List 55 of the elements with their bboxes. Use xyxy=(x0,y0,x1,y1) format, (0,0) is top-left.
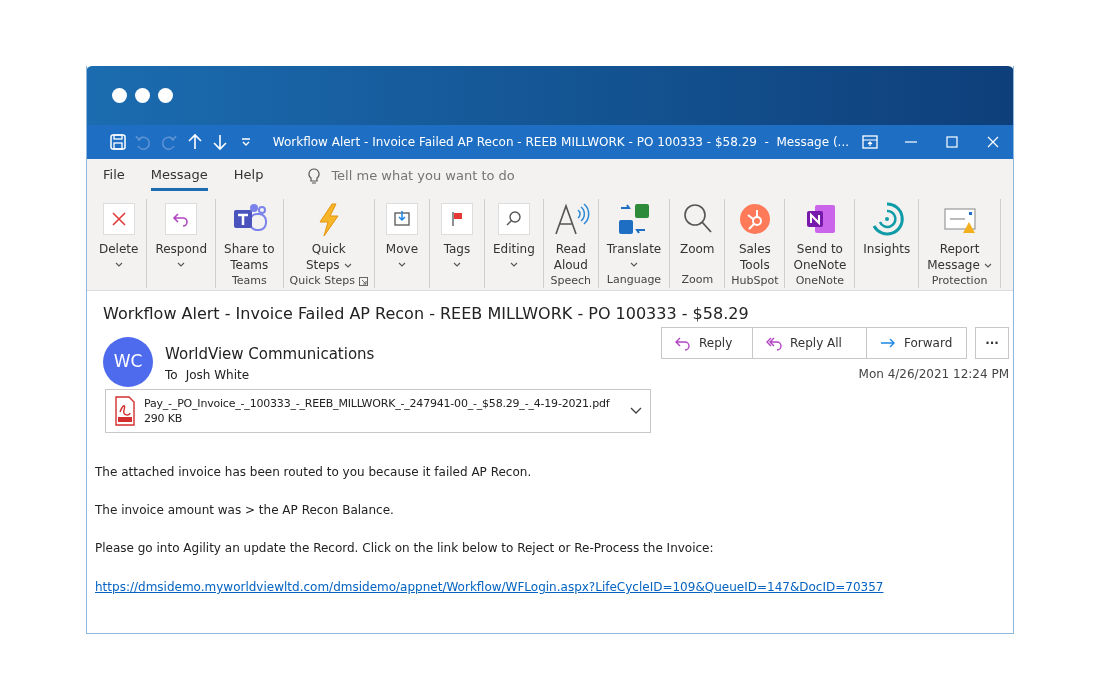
ribbon-button[interactable]: Delete xyxy=(97,199,141,272)
dialog-launcher-icon[interactable] xyxy=(358,276,368,286)
message-action-button[interactable]: Reply xyxy=(661,327,753,359)
ribbon-group-label: Speech xyxy=(550,272,591,289)
ribbon-group-label: Language xyxy=(606,271,662,288)
sender-name: WorldView Communications xyxy=(165,344,375,365)
ribbon-button[interactable]: Tags xyxy=(435,199,478,272)
ribbon-button[interactable]: Move xyxy=(380,199,423,272)
attachment-card[interactable]: Pay_-_PO_Invoice_-_100333_-_REEB_MILLWORK_-_247941-00_-_$58.29_-_4-19-2021.pdf 290 KB xyxy=(105,389,651,433)
ribbon-group-label: Teams xyxy=(231,272,267,289)
ribbon-button[interactable]: Read Aloud xyxy=(549,199,592,273)
ribbon-button[interactable]: Quick Steps xyxy=(303,199,354,273)
ribbon-button[interactable]: Report Message xyxy=(925,199,994,273)
ribbon-button[interactable]: Editing xyxy=(490,199,537,272)
reply-icon xyxy=(674,335,691,351)
window-dot xyxy=(135,88,150,103)
ribbon-button[interactable]: Respond xyxy=(153,199,210,272)
window-dot xyxy=(158,88,173,103)
pdf-file-icon xyxy=(114,396,136,426)
body-paragraph: The attached invoice has been routed to you because it failed AP Recon. xyxy=(95,464,533,481)
ribbon-group-label: OneNote xyxy=(795,272,845,289)
ribbon-group-label: HubSpot xyxy=(731,272,779,289)
ribbon-button[interactable]: Share to Teams xyxy=(222,199,277,273)
more-button[interactable]: ··· xyxy=(975,327,1009,359)
menu-tab[interactable]: Help xyxy=(233,160,264,192)
ribbon-group-label: Quick Steps xyxy=(289,272,355,289)
reply-all-icon xyxy=(765,335,782,351)
attachment-size: 290 KB xyxy=(144,411,184,426)
ribbon-button[interactable]: Insights xyxy=(861,199,913,272)
ribbon-button[interactable]: Send to OneNote xyxy=(791,199,849,273)
tell-me-field[interactable]: Tell me what you want to do xyxy=(329,165,570,187)
sender-avatar: WC xyxy=(103,337,153,387)
chevron-down-icon xyxy=(630,407,642,415)
down-arrow-icon[interactable] xyxy=(211,133,230,151)
body-paragraph: Please go into Agility an update the Record. Click on the link below to Reject or Re-Process the Invoice: xyxy=(95,540,715,557)
ribbon-group-label: Protection xyxy=(931,272,988,289)
window-dot xyxy=(112,88,127,103)
ribbon-button[interactable]: Zoom xyxy=(676,199,719,272)
ribbon-button[interactable]: Sales Tools xyxy=(733,199,776,273)
ribbon-display-icon[interactable] xyxy=(860,133,879,151)
to-label: To xyxy=(165,366,178,384)
attachment-name: Pay_-_PO_Invoice_-_100333_-_REEB_MILLWORK_-_247941-00_-_$58.29_-_4-19-2021.pdf xyxy=(144,396,611,411)
lightbulb-icon xyxy=(307,167,322,185)
save-icon[interactable] xyxy=(108,133,127,151)
recipient-name: Josh White xyxy=(185,366,250,384)
invoice-link[interactable]: https://dmsidemo.myworldviewltd.com/dmsidemo/appnet/Workflow/WFLogin.aspx?LifeCycleID=109&QueueID=147&DocID=70357 xyxy=(95,580,884,594)
message-action-button[interactable]: Reply All xyxy=(753,327,867,359)
ribbon-group-label: Zoom xyxy=(681,271,714,288)
menu-tab[interactable]: File xyxy=(103,160,125,192)
window-title: Workflow Alert - Invoice Failed AP Recon - REEB MILLWORK - PO 100333 - $58.29 - Message (... xyxy=(272,134,850,151)
body-paragraph: The invoice amount was > the AP Recon Balance. xyxy=(95,502,395,519)
message-subject: Workflow Alert - Invoice Failed AP Recon - REEB MILLWORK - PO 100333 - $58.29 xyxy=(103,303,750,325)
ribbon-button[interactable]: Translate xyxy=(604,199,664,272)
message-action-button[interactable]: Forward xyxy=(867,327,967,359)
message-date: Mon 4/26/2021 12:24 PM xyxy=(858,366,1009,383)
